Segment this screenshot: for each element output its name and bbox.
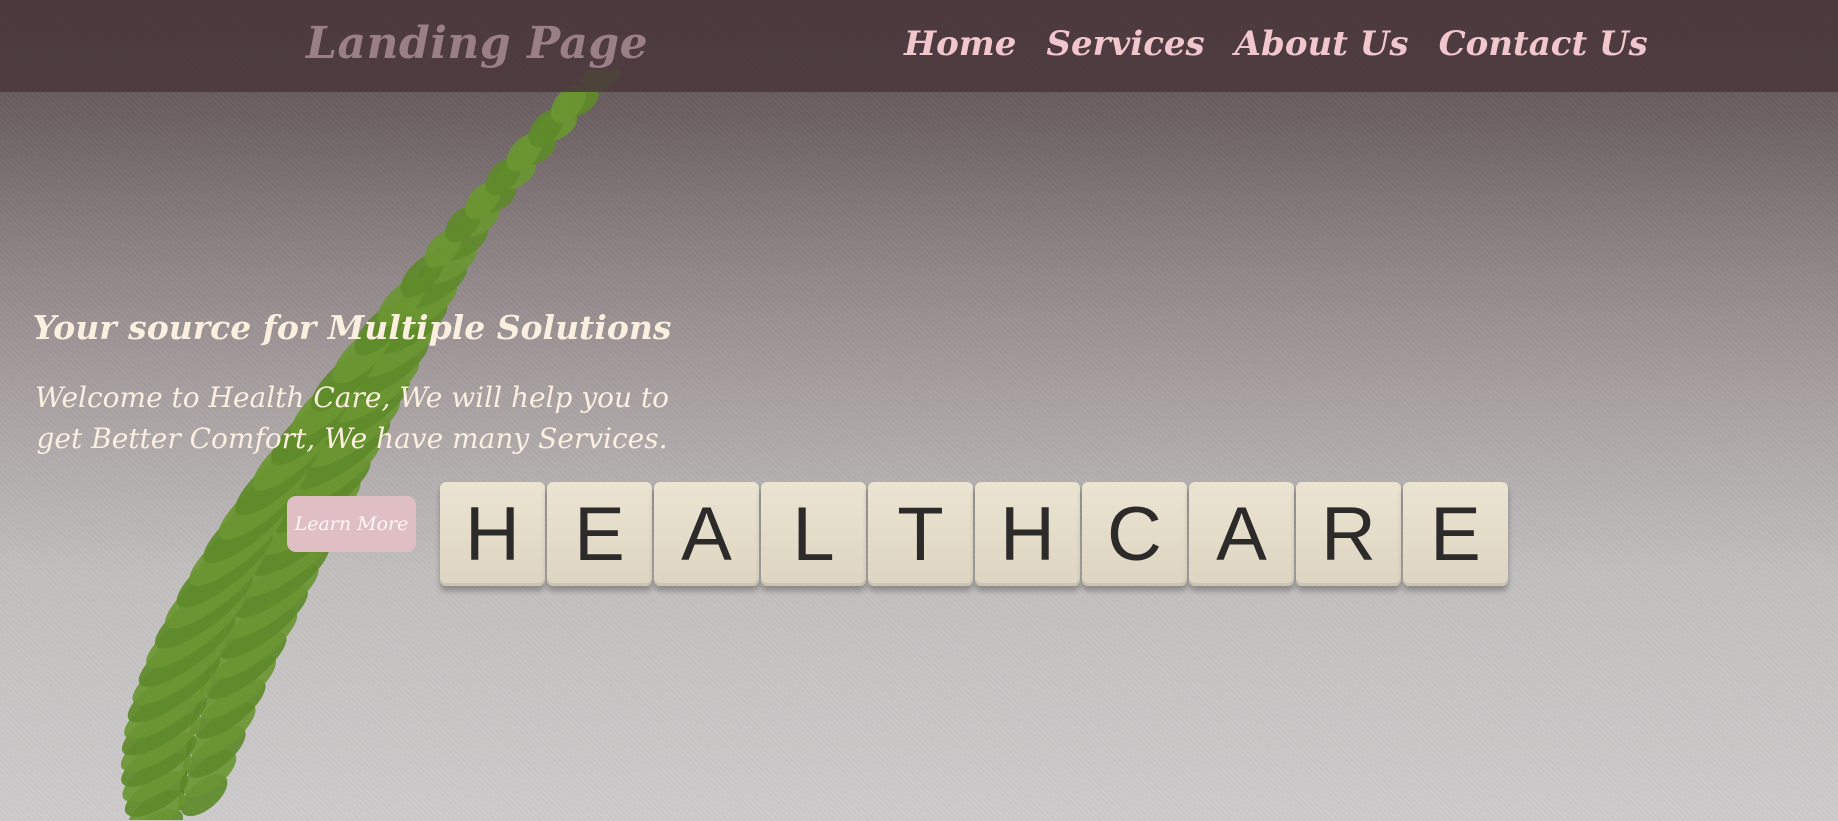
nav-link-about-us[interactable]: About Us (1235, 24, 1409, 64)
tile: A (1189, 482, 1294, 586)
tile: H (975, 482, 1080, 586)
hero-section: Your source for Multiple Solutions Welco… (0, 308, 704, 459)
tile: A (654, 482, 759, 586)
tile: H (440, 482, 545, 586)
main-nav: Home Services About Us Contact Us (904, 24, 1648, 64)
nav-link-services[interactable]: Services (1046, 24, 1204, 64)
nav-link-home[interactable]: Home (904, 24, 1016, 64)
tile: E (547, 482, 652, 586)
tile: C (1082, 482, 1187, 586)
top-navbar: Landing Page Home Services About Us Cont… (0, 0, 1838, 92)
tile: T (868, 482, 973, 586)
tile: L (761, 482, 866, 586)
brand-logo-text[interactable]: Landing Page (306, 18, 648, 69)
tile: E (1403, 482, 1508, 586)
nav-link-contact-us[interactable]: Contact Us (1439, 24, 1648, 64)
learn-more-button[interactable]: Learn More (287, 496, 416, 552)
tile: R (1296, 482, 1401, 586)
hero-subtitle: Welcome to Health Care, We will help you… (34, 381, 670, 455)
hero-title: Your source for Multiple Solutions (32, 308, 672, 347)
healthcare-tiles-image: H E A L T H C A R E (440, 482, 1508, 586)
